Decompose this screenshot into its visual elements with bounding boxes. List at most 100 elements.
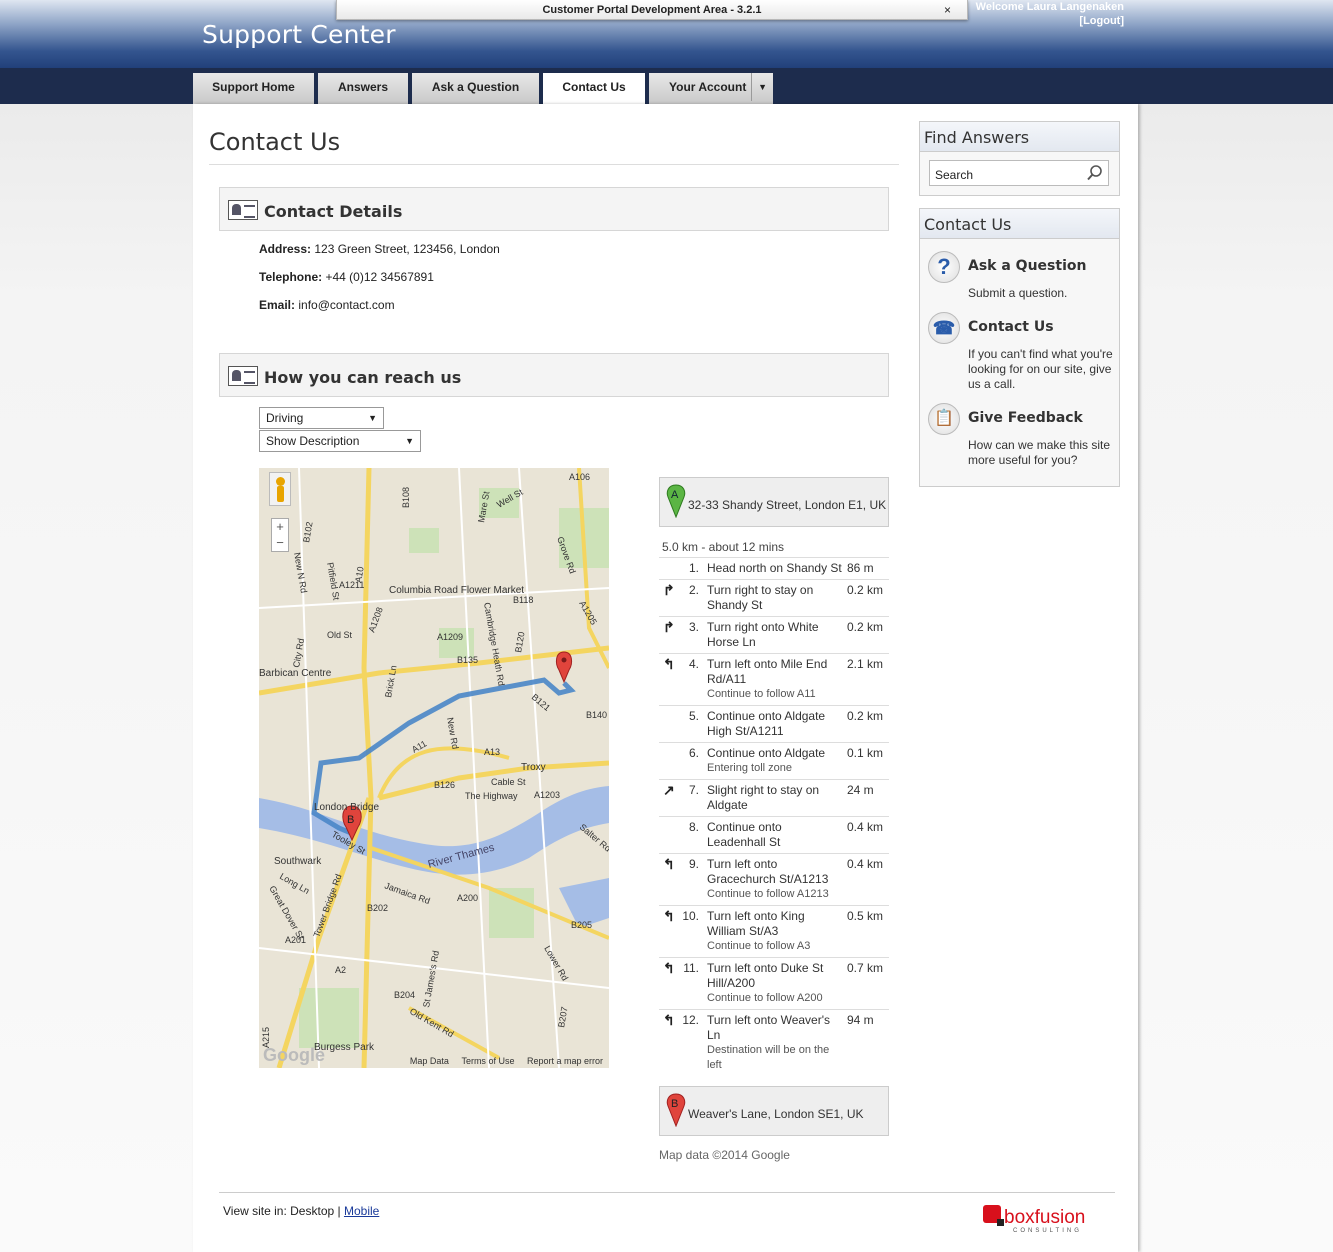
road-label: B205	[571, 920, 592, 930]
terms-of-use-link[interactable]: Terms of Use	[461, 1056, 514, 1066]
tab-label: Ask a Question	[431, 80, 520, 94]
search-placeholder: Search	[935, 168, 974, 182]
tab-support-home[interactable]: Support Home	[193, 73, 314, 104]
address-line: Address: 123 Green Street, 123456, Londo…	[259, 242, 500, 256]
chevron-down-icon: ▼	[368, 413, 377, 423]
step-icon-placeholder	[659, 705, 679, 743]
chevron-down-icon: ▼	[405, 436, 414, 446]
mobile-link[interactable]: Mobile	[344, 1204, 379, 1218]
road-label: A106	[569, 472, 590, 482]
logout-link[interactable]: [Logout]	[976, 14, 1124, 28]
zoom-in-button[interactable]: +	[272, 519, 288, 535]
map-label: The Highway	[465, 791, 518, 801]
direction-step[interactable]: ↰ 9. Turn left onto Gracechurch St/A1213 Co…	[659, 853, 889, 906]
direction-step[interactable]: ↱ 2. Turn right to stay on Shandy St 0.2 km	[659, 579, 889, 617]
tab-label: Support Home	[212, 80, 295, 94]
direction-step[interactable]: 1. Head north on Shandy St 86 m	[659, 557, 889, 580]
tab-contact-us[interactable]: Contact Us	[543, 73, 645, 104]
direction-step[interactable]: ↗ 7. Slight right to stay on Aldgate 24 m	[659, 779, 889, 817]
tab-your-account[interactable]: Your Account ▼	[649, 73, 773, 104]
phone-icon: ☎	[928, 312, 960, 344]
step-number: 10.	[679, 905, 705, 958]
step-note: Entering toll zone	[707, 762, 792, 774]
step-number: 4.	[679, 653, 705, 706]
zoom-control: + −	[271, 518, 289, 552]
turn-left-icon: ↰	[659, 905, 679, 958]
tab-ask-question[interactable]: Ask a Question	[412, 73, 539, 104]
step-instruction: Continue onto Leadenhall St	[707, 820, 782, 849]
turn-right-icon: ↱	[659, 616, 679, 654]
contact-us-panel: Contact Us ? Ask a Question Submit a que…	[919, 208, 1120, 487]
close-icon[interactable]: ×	[944, 0, 951, 20]
sidebar-item-name[interactable]: Give Feedback	[968, 410, 1083, 426]
map-label: Cable St	[491, 777, 526, 787]
map-label: Old St	[327, 630, 353, 640]
step-distance: 94 m	[845, 1009, 889, 1076]
step-number: 8.	[679, 816, 705, 854]
telephone-line: Telephone: +44 (0)12 34567891	[259, 270, 434, 284]
step-number: 5.	[679, 705, 705, 743]
turn-left-icon: ↰	[659, 853, 679, 906]
marker-b-label[interactable]: B	[347, 814, 354, 826]
address-label: Address:	[259, 242, 312, 256]
section-title: Contact Details	[264, 202, 403, 221]
sidebar-item-name[interactable]: Contact Us	[968, 319, 1054, 335]
find-answers-heading: Find Answers	[920, 122, 1119, 152]
report-map-error-link[interactable]: Report a map error	[527, 1056, 603, 1066]
map-data-credit: Map data ©2014 Google	[659, 1148, 790, 1162]
map-data-link[interactable]: Map Data	[410, 1056, 449, 1066]
step-distance: 2.1 km	[845, 653, 889, 706]
road-label: A1211	[339, 580, 364, 590]
step-distance: 0.4 km	[845, 853, 889, 906]
step-number: 2.	[679, 579, 705, 617]
step-text-cell: Head north on Shandy St	[705, 557, 845, 580]
tab-label: Contact Us	[562, 80, 626, 94]
map-label: Barbican Centre	[259, 668, 332, 679]
tab-label: Answers	[337, 80, 389, 94]
direction-step[interactable]: ↰ 11. Turn left onto Duke St Hill/A200 Cont…	[659, 957, 889, 1010]
caret-down-icon[interactable]: ▼	[751, 73, 767, 101]
step-instruction: Turn left onto Duke St Hill/A200	[707, 961, 824, 990]
start-address-box: A 32-33 Shandy Street, London E1, UK	[659, 477, 889, 527]
question-icon: ?	[928, 251, 960, 283]
brand-title[interactable]: Support Center	[202, 20, 396, 49]
tab-answers[interactable]: Answers	[318, 73, 408, 104]
step-distance: 0.4 km	[845, 816, 889, 854]
direction-step[interactable]: ↱ 3. Turn right onto White Horse Ln 0.2 km	[659, 616, 889, 654]
search-input[interactable]: Search	[929, 160, 1109, 186]
road-label: B204	[394, 990, 415, 1000]
step-instruction: Turn left onto Weaver's Ln	[707, 1013, 831, 1042]
road-label: A2	[335, 965, 346, 975]
step-note: Continue to follow A3	[707, 940, 811, 952]
direction-step[interactable]: 8. Continue onto Leadenhall St 0.4 km	[659, 816, 889, 854]
step-distance: 0.2 km	[845, 616, 889, 654]
step-instruction: Continue onto Aldgate	[707, 746, 826, 760]
direction-step[interactable]: ↰ 4. Turn left onto Mile End Rd/A11 Continu…	[659, 653, 889, 706]
start-address: 32-33 Shandy Street, London E1, UK	[688, 498, 887, 512]
step-note: Continue to follow A11	[707, 688, 816, 700]
direction-step[interactable]: ↰ 12. Turn left onto Weaver's Ln Destinatio…	[659, 1009, 889, 1076]
description-select[interactable]: Show Description ▼	[259, 430, 421, 452]
street-view-pegman-icon[interactable]	[269, 472, 291, 506]
direction-step[interactable]: 6. Continue onto Aldgate Entering toll zon…	[659, 742, 889, 780]
map-canvas[interactable]: B Columbia Road Flower Market Barbican C…	[259, 468, 609, 1068]
search-icon[interactable]	[1086, 164, 1104, 182]
direction-step[interactable]: ↰ 10. Turn left onto King William St/A3 Con…	[659, 905, 889, 958]
logo-text: boxfusion	[1004, 1207, 1085, 1228]
turn-right-icon: ↱	[659, 579, 679, 617]
step-distance: 0.7 km	[845, 957, 889, 1010]
zoom-out-button[interactable]: −	[272, 535, 288, 551]
sidebar-item-desc: If you can't find what you're looking fo…	[968, 347, 1113, 391]
step-distance: 0.1 km	[845, 742, 889, 780]
end-address: Weaver's Lane, London SE1, UK	[688, 1107, 864, 1121]
select-value: Driving	[266, 411, 304, 425]
turn-left-icon: ↰	[659, 653, 679, 706]
sidebar-item-name[interactable]: Ask a Question	[968, 258, 1086, 274]
route-map[interactable]: B Columbia Road Flower Market Barbican C…	[259, 468, 609, 1068]
clipboard-icon: 📋	[928, 403, 960, 435]
find-answers-panel: Find Answers Search	[919, 121, 1120, 196]
road-label: A1209	[437, 632, 463, 642]
direction-step[interactable]: 5. Continue onto Aldgate High St/A1211 0.2…	[659, 705, 889, 743]
travel-mode-select[interactable]: Driving ▼	[259, 407, 384, 429]
map-footer: Map Data Terms of Use Report a map error	[400, 1056, 603, 1066]
